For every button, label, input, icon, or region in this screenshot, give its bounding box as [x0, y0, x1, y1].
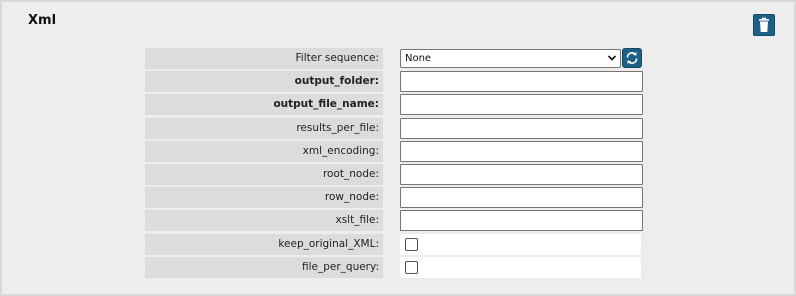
output-folder-input[interactable]	[400, 71, 643, 93]
xml-encoding-row: xml_encoding:	[145, 140, 645, 162]
file-per-query-checkbox[interactable]	[405, 260, 418, 274]
row-node-row: row_node:	[145, 187, 645, 209]
xml-encoding-label: xml_encoding:	[145, 140, 383, 162]
file-per-query-label: file_per_query:	[145, 256, 383, 278]
xml-encoding-cell	[383, 140, 645, 162]
row-node-label: row_node:	[145, 187, 383, 209]
refresh-icon	[626, 52, 638, 64]
keep-original-xml-cell	[383, 233, 645, 255]
root-node-input[interactable]	[400, 163, 643, 185]
panel-title: Xml	[28, 13, 57, 28]
chevron-down-icon	[607, 55, 617, 61]
output-file-name-label: output_file_name:	[145, 94, 383, 116]
results-per-file-label: results_per_file:	[145, 117, 383, 139]
xslt-file-row: xslt_file:	[145, 210, 645, 232]
xml-encoding-input[interactable]	[400, 140, 643, 162]
root-node-row: root_node:	[145, 163, 645, 185]
keep-original-xml-box-area	[400, 233, 641, 255]
filter-sequence-label: Filter sequence:	[145, 48, 383, 69]
output-file-name-input[interactable]	[400, 94, 643, 116]
results-per-file-input[interactable]	[400, 117, 643, 139]
root-node-label: root_node:	[145, 163, 383, 185]
output-folder-label: output_folder:	[145, 71, 383, 93]
output-folder-row: output_folder:	[145, 71, 645, 93]
row-node-input[interactable]	[400, 187, 643, 209]
trash-icon	[759, 17, 769, 32]
results-per-file-row: results_per_file:	[145, 117, 645, 139]
xslt-file-cell	[383, 210, 645, 232]
output-file-name-row: output_file_name:	[145, 94, 645, 116]
delete-button[interactable]	[753, 14, 775, 36]
row-node-cell	[383, 187, 645, 209]
refresh-button[interactable]	[622, 48, 642, 68]
xslt-file-input[interactable]	[400, 210, 643, 232]
output-file-name-cell	[383, 94, 645, 116]
filter-sequence-value[interactable]: None	[400, 49, 621, 68]
filter-sequence-row: Filter sequence: None	[145, 48, 645, 69]
xml-settings-form: Filter sequence: None output_folder: out…	[145, 48, 645, 280]
keep-original-xml-row: keep_original_XML:	[145, 233, 645, 255]
results-per-file-cell	[383, 117, 645, 139]
xml-panel: Xml Filter sequence: None output_folder:…	[0, 0, 796, 296]
output-folder-cell	[383, 71, 645, 93]
file-per-query-box-area	[400, 256, 641, 278]
file-per-query-row: file_per_query:	[145, 256, 645, 278]
file-per-query-cell	[383, 256, 645, 278]
keep-original-xml-label: keep_original_XML:	[145, 233, 383, 255]
xslt-file-label: xslt_file:	[145, 210, 383, 232]
keep-original-xml-checkbox[interactable]	[405, 237, 418, 251]
filter-sequence-select[interactable]: None	[400, 49, 621, 68]
root-node-cell	[383, 163, 645, 185]
